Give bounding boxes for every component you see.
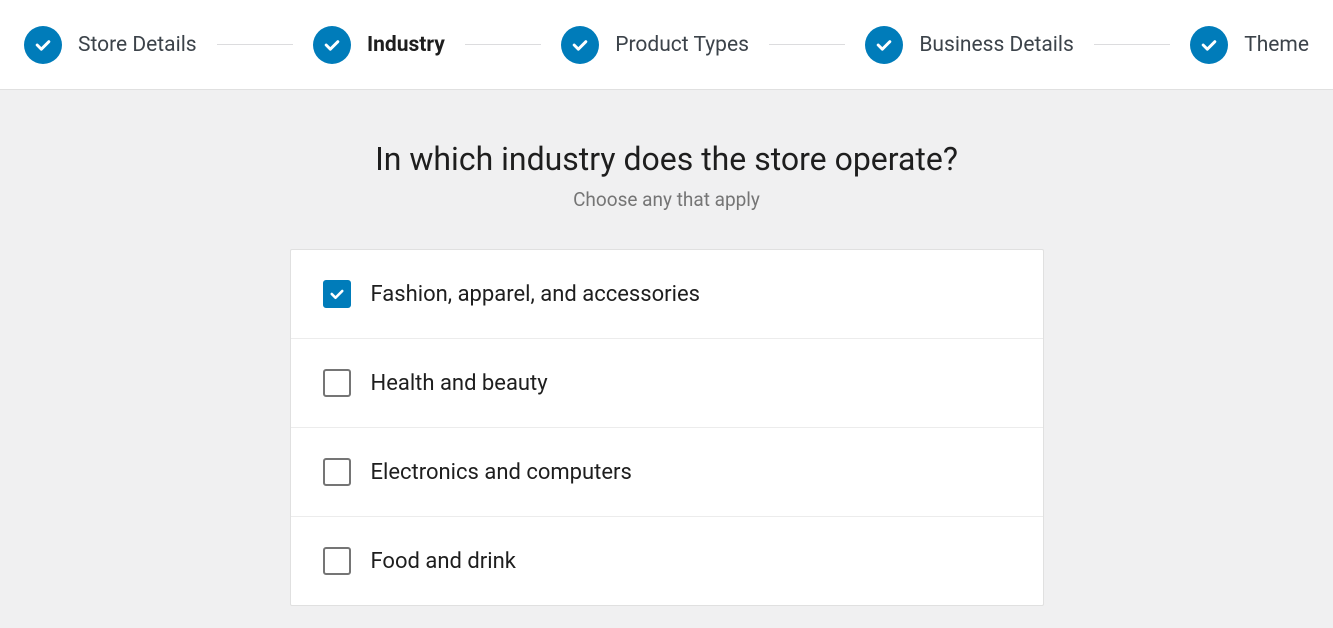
check-icon [865, 26, 903, 64]
industry-option-electronics[interactable]: Electronics and computers [291, 428, 1043, 517]
step-product-types[interactable]: Product Types [561, 26, 749, 64]
step-connector [1094, 44, 1170, 45]
checkbox[interactable] [323, 369, 351, 397]
check-icon [313, 26, 351, 64]
industry-option-health[interactable]: Health and beauty [291, 339, 1043, 428]
step-theme[interactable]: Theme [1190, 26, 1309, 64]
step-store-details[interactable]: Store Details [24, 26, 197, 64]
step-label: Business Details [919, 33, 1074, 57]
step-label: Theme [1244, 33, 1309, 57]
check-icon [561, 26, 599, 64]
step-connector [769, 44, 845, 45]
page-title: In which industry does the store operate… [0, 140, 1333, 178]
page-subtitle: Choose any that apply [0, 188, 1333, 211]
step-industry[interactable]: Industry [313, 26, 445, 64]
stepper: Store Details Industry Product Types Bus… [0, 0, 1333, 90]
main-content: In which industry does the store operate… [0, 90, 1333, 606]
step-label: Store Details [78, 33, 197, 57]
checkbox[interactable] [323, 547, 351, 575]
checkbox[interactable] [323, 458, 351, 486]
check-icon [1190, 26, 1228, 64]
option-label: Fashion, apparel, and accessories [371, 282, 700, 307]
check-icon [24, 26, 62, 64]
step-label: Industry [367, 33, 445, 57]
option-label: Food and drink [371, 549, 516, 574]
option-label: Electronics and computers [371, 460, 632, 485]
step-connector [465, 44, 541, 45]
industry-option-list: Fashion, apparel, and accessories Health… [290, 249, 1044, 606]
industry-option-food[interactable]: Food and drink [291, 517, 1043, 605]
option-label: Health and beauty [371, 371, 548, 396]
step-connector [217, 44, 293, 45]
industry-option-fashion[interactable]: Fashion, apparel, and accessories [291, 250, 1043, 339]
checkbox[interactable] [323, 280, 351, 308]
step-label: Product Types [615, 33, 749, 57]
step-business-details[interactable]: Business Details [865, 26, 1074, 64]
